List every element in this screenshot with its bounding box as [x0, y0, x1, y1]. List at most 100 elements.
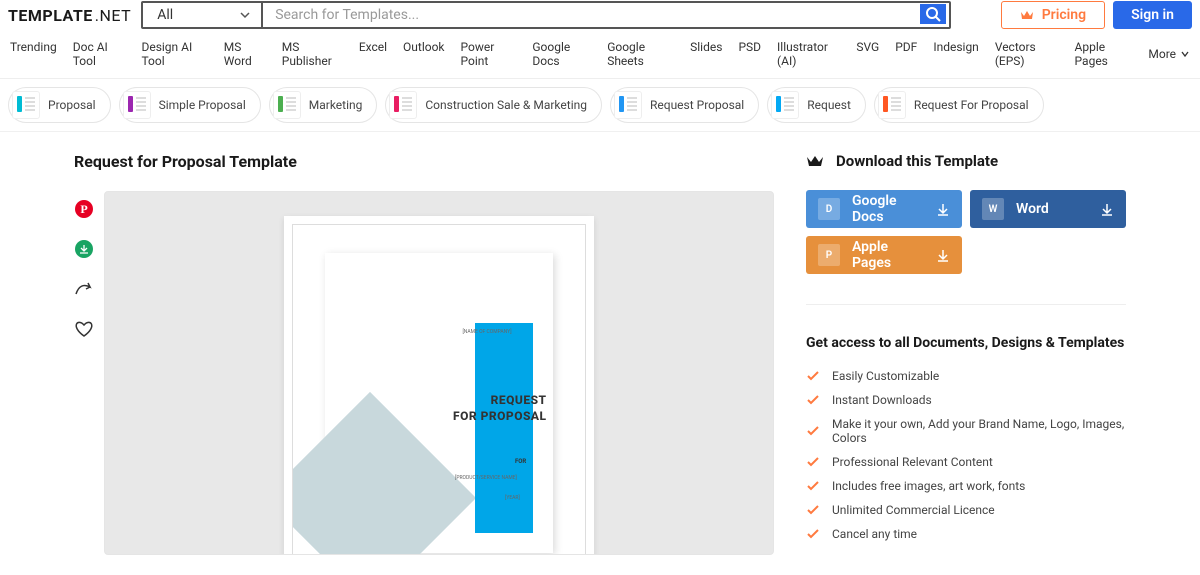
pill-request[interactable]: Request: [767, 87, 866, 123]
search-button[interactable]: [920, 4, 946, 24]
page-title: Request for Proposal Template: [74, 152, 774, 171]
heart-icon: [74, 320, 94, 338]
nav-illustrator-ai-[interactable]: Illustrator (AI): [777, 40, 840, 78]
nav-google-sheets[interactable]: Google Sheets: [607, 40, 674, 78]
nav-slides[interactable]: Slides: [690, 40, 722, 78]
nav-ms-word[interactable]: MS Word: [224, 40, 266, 78]
nav-psd[interactable]: PSD: [738, 40, 761, 78]
pinterest-button[interactable]: P: [74, 199, 94, 219]
pill-thumb-icon: [273, 91, 301, 119]
check-icon: [806, 504, 820, 516]
download-arrow-icon: [936, 202, 950, 216]
pill-construction-sale-marketing[interactable]: Construction Sale & Marketing: [385, 87, 602, 123]
check-icon: [806, 528, 820, 540]
sign-in-button[interactable]: Sign in: [1113, 1, 1192, 29]
download-google-docs-button[interactable]: D Google Docs: [806, 190, 962, 228]
check-icon: [806, 456, 820, 468]
doc-year: [YEAR]: [505, 495, 520, 501]
pill-label: Request Proposal: [650, 98, 744, 112]
download-section-title: Download this Template: [836, 152, 998, 170]
nav-doc-ai-tool[interactable]: Doc AI Tool: [73, 40, 126, 78]
pricing-button[interactable]: Pricing: [1001, 1, 1105, 29]
pill-bar: Proposal Simple Proposal Marketing Construc…: [0, 79, 1200, 132]
pill-label: Construction Sale & Marketing: [425, 98, 587, 112]
feature-item: Instant Downloads: [806, 393, 1126, 407]
download-icon: [75, 240, 93, 258]
nav-svg[interactable]: SVG: [856, 40, 879, 78]
pill-request-for-proposal[interactable]: Request For Proposal: [874, 87, 1044, 123]
category-selected: All: [157, 7, 173, 23]
pill-marketing[interactable]: Marketing: [269, 87, 378, 123]
nav-ms-publisher[interactable]: MS Publisher: [282, 40, 343, 78]
download-button-label: Google Docs: [852, 193, 924, 225]
feature-item: Make it your own, Add your Brand Name, L…: [806, 417, 1126, 445]
file-icon: D: [818, 198, 840, 220]
category-dropdown[interactable]: All: [143, 3, 263, 27]
feature-text: Professional Relevant Content: [832, 455, 993, 469]
nav-design-ai-tool[interactable]: Design AI Tool: [141, 40, 207, 78]
favorite-button[interactable]: [74, 319, 94, 339]
share-icon: [74, 282, 94, 296]
check-icon: [806, 425, 820, 437]
nav-power-point[interactable]: Power Point: [461, 40, 517, 78]
pill-proposal[interactable]: Proposal: [8, 87, 111, 123]
feature-text: Includes free images, art work, fonts: [832, 479, 1025, 493]
logo-main: TEMPLATE: [8, 6, 93, 25]
nav-indesign[interactable]: Indesign: [933, 40, 979, 78]
check-icon: [806, 480, 820, 492]
check-icon: [806, 370, 820, 382]
nav-apple-pages[interactable]: Apple Pages: [1075, 40, 1133, 78]
download-button-label: Apple Pages: [852, 239, 924, 271]
pill-label: Request: [807, 98, 851, 112]
feature-item: Easily Customizable: [806, 369, 1126, 383]
pill-thumb-icon: [878, 91, 906, 119]
feature-text: Make it your own, Add your Brand Name, L…: [832, 417, 1126, 445]
template-preview: [NAME OF COMPANY] REQUESTFOR PROPOSAL FO…: [104, 191, 774, 555]
pricing-label: Pricing: [1042, 7, 1086, 23]
search-input[interactable]: [263, 3, 919, 27]
download-apple-pages-button[interactable]: PApple Pages: [806, 236, 962, 274]
nav-trending[interactable]: Trending: [10, 40, 57, 78]
nav-excel[interactable]: Excel: [359, 40, 387, 78]
nav-more[interactable]: More: [1148, 40, 1190, 78]
feature-item: Cancel any time: [806, 527, 1126, 541]
file-icon: W: [982, 198, 1004, 220]
logo-ext: .NET: [95, 6, 131, 25]
search-icon: [925, 6, 941, 22]
share-button[interactable]: [74, 279, 94, 299]
feature-item: Professional Relevant Content: [806, 455, 1126, 469]
pill-thumb-icon: [123, 91, 151, 119]
chevron-down-icon: [1180, 49, 1190, 59]
doc-company: [NAME OF COMPANY]: [457, 329, 517, 335]
check-icon: [806, 394, 820, 406]
pill-simple-proposal[interactable]: Simple Proposal: [119, 87, 261, 123]
pill-label: Request For Proposal: [914, 98, 1029, 112]
nav-outlook[interactable]: Outlook: [403, 40, 444, 78]
download-arrow-icon: [936, 248, 950, 262]
chevron-down-icon: [239, 9, 251, 21]
download-share-button[interactable]: [74, 239, 94, 259]
crown-icon: [806, 154, 824, 168]
pill-thumb-icon: [12, 91, 40, 119]
feature-item: Includes free images, art work, fonts: [806, 479, 1126, 493]
download-arrow-icon: [1100, 202, 1114, 216]
pill-label: Proposal: [48, 98, 96, 112]
download-button-label: Word: [1016, 201, 1088, 217]
navbar: Trending Doc AI Tool Design AI Tool MS Word…: [0, 30, 1200, 79]
pill-thumb-icon: [614, 91, 642, 119]
pill-label: Simple Proposal: [159, 98, 246, 112]
crown-icon: [1020, 9, 1034, 21]
nav-vectors-eps-[interactable]: Vectors (EPS): [995, 40, 1059, 78]
pill-thumb-icon: [771, 91, 799, 119]
download-word-button[interactable]: W Word: [970, 190, 1126, 228]
pill-request-proposal[interactable]: Request Proposal: [610, 87, 759, 123]
nav-google-docs[interactable]: Google Docs: [532, 40, 591, 78]
feature-text: Easily Customizable: [832, 369, 939, 383]
doc-title: REQUESTFOR PROPOSAL: [453, 393, 547, 424]
feature-text: Cancel any time: [832, 527, 917, 541]
pill-thumb-icon: [389, 91, 417, 119]
search-bar: All: [141, 1, 951, 29]
access-title: Get access to all Documents, Designs & T…: [806, 335, 1126, 351]
logo[interactable]: TEMPLATE.NET: [8, 6, 131, 25]
nav-pdf[interactable]: PDF: [895, 40, 917, 78]
